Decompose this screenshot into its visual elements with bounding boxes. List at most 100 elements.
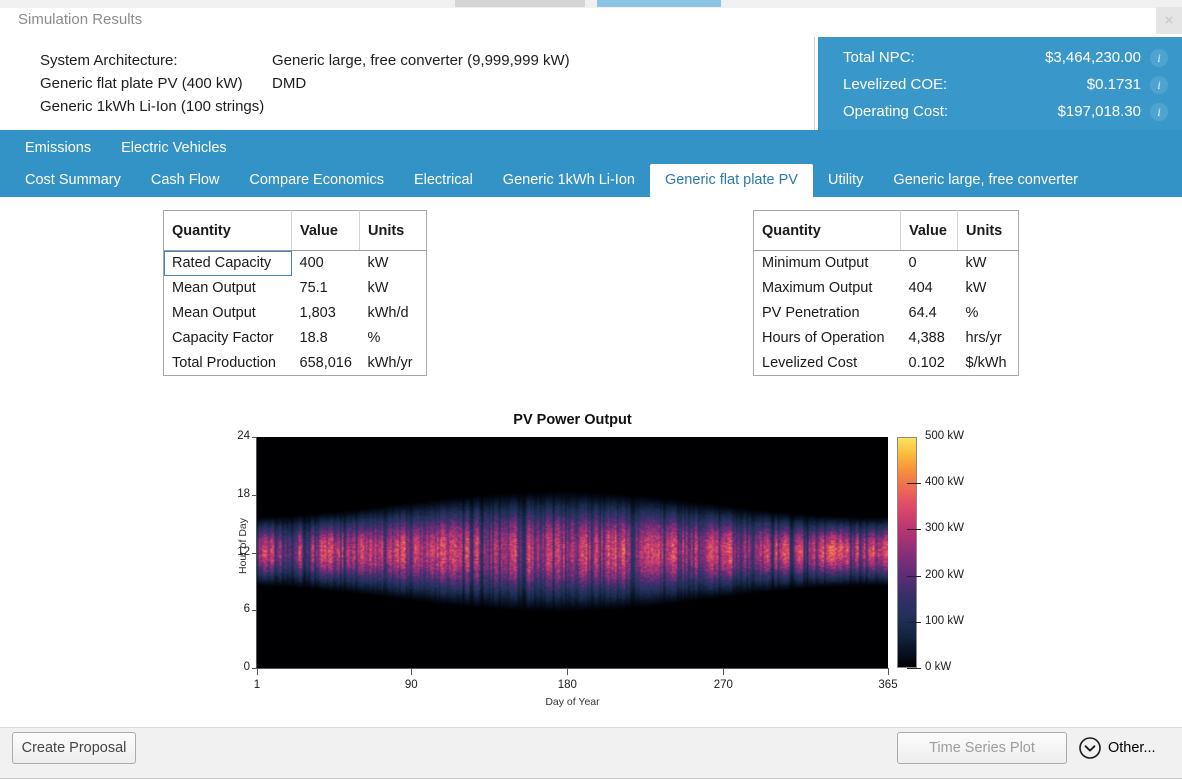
table-row: Maximum Output 404 kW <box>754 276 1019 301</box>
cell-total-production[interactable]: Total Production <box>164 351 292 376</box>
table-row: Hours of Operation 4,388 hrs/yr <box>754 326 1019 351</box>
other-label: Other... <box>1108 740 1156 756</box>
table-row: Levelized Cost 0.102 $/kWh <box>754 351 1019 376</box>
column-header-units[interactable]: Units <box>958 211 1019 251</box>
tab-generic-flat-plate-pv[interactable]: Generic flat plate PV <box>650 164 813 197</box>
tab-utility[interactable]: Utility <box>813 164 878 197</box>
colorbar-tick-label: 200 kW <box>925 569 964 581</box>
table-row: Rated Capacity 400 kW <box>164 251 427 276</box>
tab-generic-large-free-converter[interactable]: Generic large, free converter <box>878 164 1093 197</box>
colorbar-tick-mark <box>907 622 921 623</box>
table-row: Mean Output 1,803 kWh/d <box>164 301 427 326</box>
table-row: Minimum Output 0 kW <box>754 251 1019 276</box>
x-tick-mark <box>723 669 724 675</box>
page-title: Simulation Results <box>18 11 142 28</box>
x-tick-label: 180 <box>547 679 587 691</box>
y-tick-mark <box>252 495 257 496</box>
y-tick-mark <box>252 553 257 554</box>
y-tick-mark <box>252 610 257 611</box>
time-series-plot-button[interactable]: Time Series Plot <box>897 732 1067 764</box>
colorbar-tick-mark <box>907 529 921 530</box>
tab-cash-flow[interactable]: Cash Flow <box>136 164 235 197</box>
table-row: PV Penetration 64.4 % <box>754 301 1019 326</box>
colorbar <box>897 437 917 668</box>
column-header-units[interactable]: Units <box>360 211 427 251</box>
colorbar-tick-mark <box>907 668 921 669</box>
y-tick-label: 18 <box>226 488 250 500</box>
colorbar-tick-label: 100 kW <box>925 615 964 627</box>
y-tick-label: 12 <box>226 546 250 558</box>
table-row: Mean Output 75.1 kW <box>164 276 427 301</box>
x-tick-label: 270 <box>703 679 743 691</box>
other-menu-button[interactable]: Other... <box>1078 736 1156 760</box>
cell-pv-penetration[interactable]: PV Penetration <box>754 301 901 326</box>
column-header-value[interactable]: Value <box>901 211 958 251</box>
close-icon[interactable]: × <box>1156 7 1182 34</box>
tab-generic-1kwh-li-ion[interactable]: Generic 1kWh Li-Ion <box>488 164 650 197</box>
y-tick-label: 6 <box>226 603 250 615</box>
load-description: DMD <box>272 72 306 95</box>
background-tab-remnant-gray <box>455 0 585 7</box>
column-header-quantity[interactable]: Quantity <box>754 211 901 251</box>
total-npc-value: $3,464,230.00 <box>1045 49 1150 66</box>
x-tick-label: 90 <box>391 679 431 691</box>
y-tick-label: 0 <box>226 661 250 673</box>
x-tick-mark <box>257 669 258 675</box>
pv-stats-table-right: Quantity Value Units Minimum Output 0 kW… <box>753 210 1019 376</box>
colorbar-tick-label: 0 kW <box>925 661 951 673</box>
tab-electrical[interactable]: Electrical <box>399 164 488 197</box>
cell-hours-of-operation[interactable]: Hours of Operation <box>754 326 901 351</box>
battery-description: Generic 1kWh Li-Ion (100 strings) <box>40 95 272 118</box>
total-npc-label: Total NPC: <box>843 49 1045 66</box>
info-icon[interactable]: i <box>1150 49 1168 67</box>
x-tick-mark <box>567 669 568 675</box>
colorbar-tick-label: 400 kW <box>925 476 964 488</box>
info-icon[interactable]: i <box>1150 76 1168 94</box>
results-tabbar: Emissions Electric Vehicles Cost Summary… <box>0 130 1182 197</box>
operating-cost-value: $197,018.30 <box>1058 103 1150 120</box>
cell-minimum-output[interactable]: Minimum Output <box>754 251 901 276</box>
cost-summary-panel: Total NPC: $3,464,230.00 i Levelized COE… <box>818 37 1182 130</box>
system-architecture: System Architecture: Generic large, free… <box>40 49 570 118</box>
system-architecture-label: System Architecture: <box>40 49 272 72</box>
x-tick-mark <box>888 669 889 675</box>
colorbar-tick-label: 300 kW <box>925 522 964 534</box>
levelized-coe-label: Levelized COE: <box>843 76 1087 93</box>
pv-description: Generic flat plate PV (400 kW) <box>40 72 272 95</box>
create-proposal-button[interactable]: Create Proposal <box>12 732 136 764</box>
cell-capacity-factor[interactable]: Capacity Factor <box>164 326 292 351</box>
operating-cost-label: Operating Cost: <box>843 103 1058 120</box>
table-row: Capacity Factor 18.8 % <box>164 326 427 351</box>
y-tick-mark <box>252 437 257 438</box>
cell-rated-capacity[interactable]: Rated Capacity <box>164 251 292 276</box>
tab-cost-summary[interactable]: Cost Summary <box>10 164 136 197</box>
cell-maximum-output[interactable]: Maximum Output <box>754 276 901 301</box>
colorbar-tick-label: 500 kW <box>925 430 964 442</box>
table-row: Total Production 658,016 kWh/yr <box>164 351 427 376</box>
x-axis-line <box>252 668 889 669</box>
cell-levelized-cost[interactable]: Levelized Cost <box>754 351 901 376</box>
cell-mean-output-kw[interactable]: Mean Output <box>164 276 292 301</box>
column-header-value[interactable]: Value <box>292 211 360 251</box>
tab-compare-economics[interactable]: Compare Economics <box>234 164 399 197</box>
colorbar-tick-mark <box>907 483 921 484</box>
tab-emissions[interactable]: Emissions <box>10 134 106 164</box>
y-tick-label: 24 <box>226 430 250 442</box>
chart-title: PV Power Output <box>257 412 888 428</box>
x-tick-label: 1 <box>237 679 277 691</box>
chevron-down-icon <box>1078 736 1102 760</box>
pv-output-heatmap <box>257 437 888 668</box>
x-tick-mark <box>411 669 412 675</box>
x-tick-label: 365 <box>868 679 908 691</box>
column-header-quantity[interactable]: Quantity <box>164 211 292 251</box>
pv-stats-table-left: Quantity Value Units Rated Capacity 400 … <box>163 210 427 376</box>
info-icon[interactable]: i <box>1150 103 1168 121</box>
footer-bar: Create Proposal Time Series Plot Other..… <box>0 727 1182 779</box>
x-axis-label: Day of Year <box>257 696 888 708</box>
tab-electric-vehicles[interactable]: Electric Vehicles <box>106 134 242 164</box>
background-tab-remnant-blue <box>597 0 721 7</box>
converter-description: Generic large, free converter (9,999,999… <box>272 49 570 72</box>
cell-mean-output-kwhd[interactable]: Mean Output <box>164 301 292 326</box>
simulation-results-window: Simulation Results × System Architecture… <box>0 0 1182 779</box>
top-strip <box>0 0 1182 8</box>
